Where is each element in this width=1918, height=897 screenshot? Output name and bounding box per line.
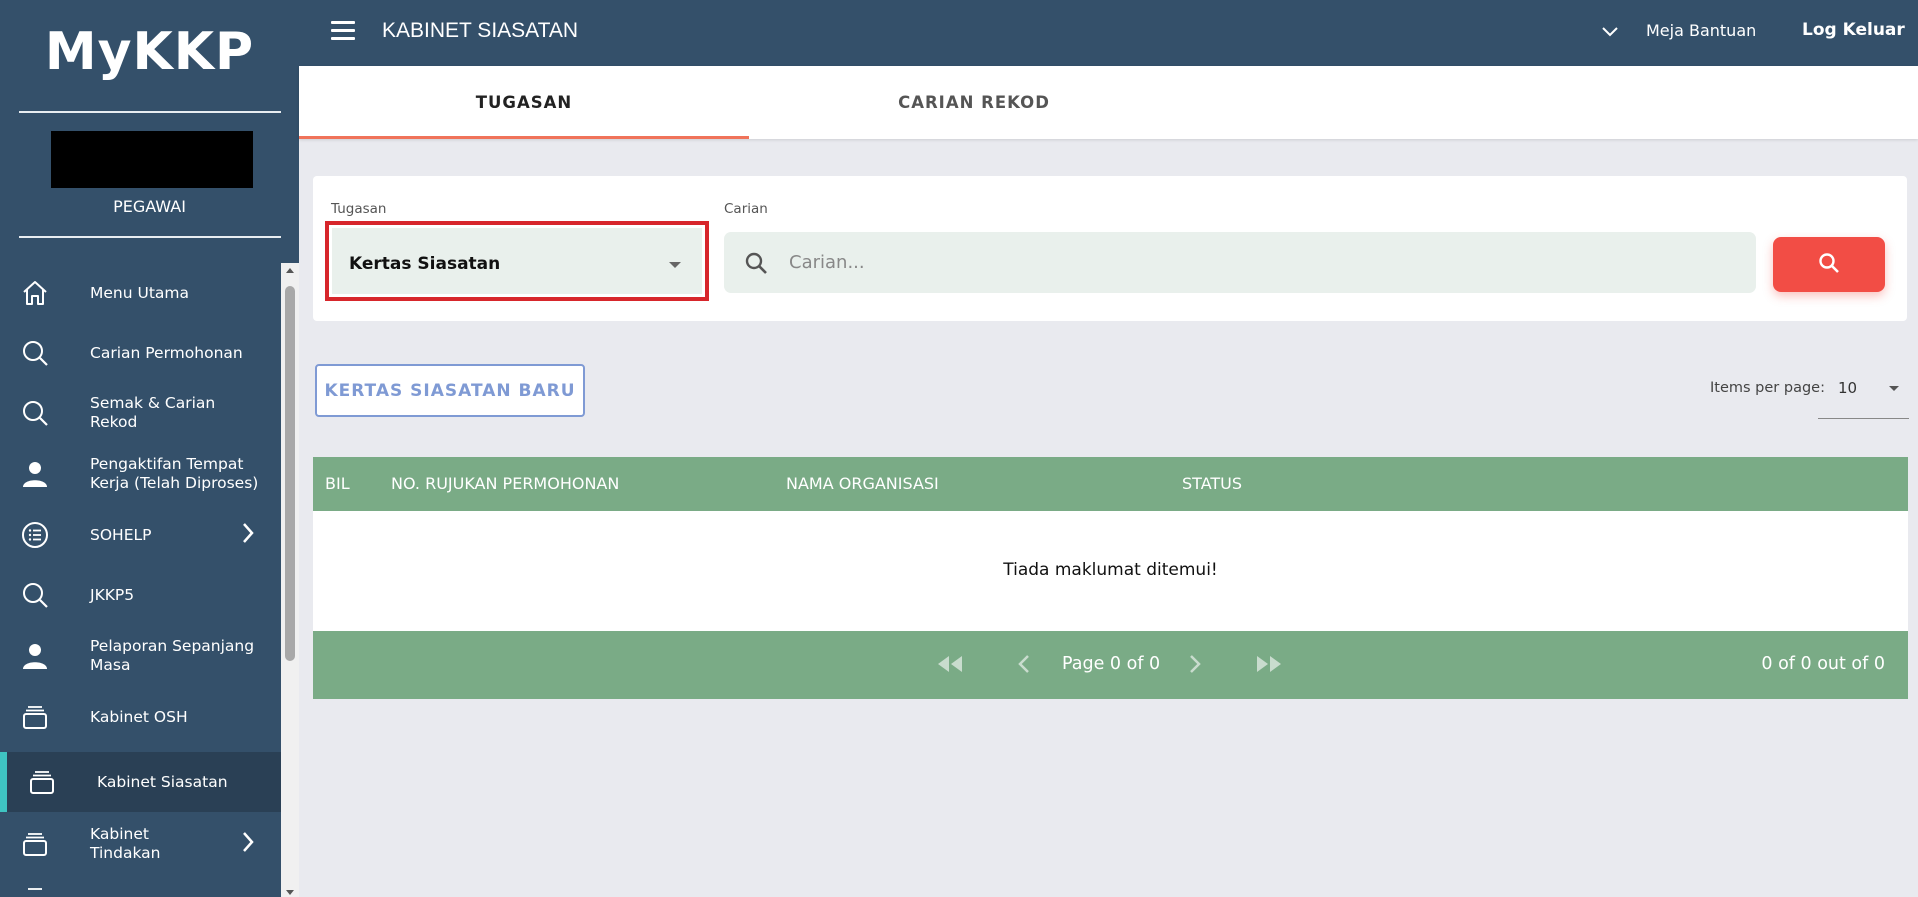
column-header-status[interactable]: STATUS xyxy=(1182,474,1242,493)
task-select[interactable]: Kertas Siasatan xyxy=(332,228,702,294)
menu-icon[interactable] xyxy=(331,21,355,41)
tab-tugasan[interactable]: TUGASAN xyxy=(299,66,749,139)
search-icon xyxy=(744,251,768,279)
column-header-bil[interactable]: BIL xyxy=(325,474,350,493)
column-header-nama-organisasi[interactable]: NAMA ORGANISASI xyxy=(786,474,939,493)
items-per-page-select[interactable]: 10 xyxy=(1818,370,1909,419)
task-select-highlight: Kertas Siasatan xyxy=(325,221,709,301)
sidebar-scrollbar[interactable] xyxy=(281,263,299,897)
table-header: BIL NO. RUJUKAN PERMOHONAN NAMA ORGANISA… xyxy=(313,457,1908,511)
sidebar-item-carian-permohonan[interactable]: Carian Permohonan xyxy=(0,323,281,383)
tab-bar: TUGASAN CARIAN REKOD xyxy=(299,66,1918,139)
dropdown-arrow-icon xyxy=(669,262,681,268)
sidebar-item-sohelp[interactable]: SOHELP xyxy=(0,505,281,565)
active-tab-indicator xyxy=(299,136,749,139)
cabinet-icon xyxy=(20,702,50,732)
sidebar-item-kabinet-osh[interactable]: Kabinet OSH xyxy=(0,687,281,747)
record-count: 0 of 0 out of 0 xyxy=(1761,654,1885,674)
previous-page-icon[interactable] xyxy=(1016,653,1032,679)
active-indicator xyxy=(0,752,7,812)
tab-carian-rekod[interactable]: CARIAN REKOD xyxy=(749,66,1199,139)
redacted-user-name xyxy=(51,131,253,188)
sidebar-item-label: JKKP5 xyxy=(90,585,135,604)
items-per-page-label: Items per page: xyxy=(1710,380,1825,396)
scroll-down-arrow-icon[interactable] xyxy=(286,890,294,895)
last-page-icon[interactable] xyxy=(1253,653,1285,679)
filter-card: Tugasan Carian Kertas Siasatan xyxy=(313,176,1907,321)
sidebar-item-label: Menu Utama xyxy=(90,283,190,302)
chevron-right-icon xyxy=(241,831,255,857)
task-select-label: Tugasan xyxy=(331,201,387,217)
search-input[interactable] xyxy=(789,232,1729,293)
sidebar-item-label: SOHELP xyxy=(90,525,152,544)
sidebar-item-menu-utama[interactable]: Menu Utama xyxy=(0,263,281,323)
sidebar-item-label: Kabinet OSH xyxy=(90,707,188,726)
dropdown-arrow-icon xyxy=(1889,386,1899,391)
divider xyxy=(19,236,281,238)
search-icon xyxy=(20,338,50,368)
first-page-icon[interactable] xyxy=(934,653,966,679)
user-icon xyxy=(20,459,50,489)
brand-logo: MyKKP xyxy=(44,22,255,82)
chevron-right-icon xyxy=(241,522,255,548)
page-indicator: Page 0 of 0 xyxy=(1062,654,1161,674)
tab-label: TUGASAN xyxy=(475,93,573,112)
table-pagination: Page 0 of 0 0 of 0 out of 0 xyxy=(313,631,1908,699)
help-desk-link[interactable]: Meja Bantuan xyxy=(1646,21,1756,40)
sidebar-item-jkkp5[interactable]: JKKP5 xyxy=(0,565,281,625)
scrollbar-thumb[interactable] xyxy=(285,286,295,661)
top-bar: KABINET SIASATAN Meja Bantuan Log Keluar xyxy=(299,0,1918,66)
page-title: KABINET SIASATAN xyxy=(382,19,579,42)
sidebar-item-label: Kabinet Tindakan xyxy=(90,825,161,862)
sidebar-item-label: Carian Permohonan xyxy=(90,343,243,362)
list-icon xyxy=(20,520,50,550)
search-icon xyxy=(1818,252,1840,278)
chevron-down-icon[interactable] xyxy=(1601,22,1619,44)
logout-link[interactable]: Log Keluar xyxy=(1802,20,1905,40)
search-label: Carian xyxy=(724,201,768,217)
cabinet-icon xyxy=(20,829,50,859)
divider xyxy=(19,111,281,113)
user-icon xyxy=(20,641,50,671)
items-per-page-value: 10 xyxy=(1838,379,1858,397)
tab-label: CARIAN REKOD xyxy=(898,93,1050,112)
column-header-no-rujukan[interactable]: NO. RUJUKAN PERMOHONAN xyxy=(391,474,619,493)
table-body: Tiada maklumat ditemui! xyxy=(313,511,1908,631)
search-button[interactable] xyxy=(1773,237,1885,292)
scroll-up-arrow-icon[interactable] xyxy=(286,268,294,273)
search-field xyxy=(724,232,1756,293)
sidebar-item-label: Pengaktifan Tempat Kerja (Telah Diproses… xyxy=(90,455,259,492)
cabinet-icon xyxy=(20,884,50,897)
sidebar-item-pelaporan-sepanjang-masa[interactable]: Pelaporan Sepanjang Masa xyxy=(0,625,281,687)
sidebar-item-kabinet-siasatan[interactable]: Kabinet Siasatan xyxy=(0,752,281,812)
search-icon xyxy=(20,580,50,610)
sidebar-item-semak-carian-rekod[interactable]: Semak & Carian Rekod xyxy=(0,383,281,443)
cabinet-icon xyxy=(27,767,57,797)
next-page-icon[interactable] xyxy=(1187,653,1203,679)
task-select-value: Kertas Siasatan xyxy=(349,254,501,274)
sidebar: MyKKP PEGAWAI Menu Utama Carian Permohon… xyxy=(0,0,299,897)
sidebar-item-kabinet-tindakan[interactable]: Kabinet Tindakan xyxy=(0,812,281,876)
search-icon xyxy=(20,398,50,428)
sidebar-item-label: Semak & Carian Rekod xyxy=(90,394,216,431)
sidebar-item-label: Pelaporan Sepanjang Masa xyxy=(90,637,255,674)
home-icon xyxy=(20,278,50,308)
empty-message: Tiada maklumat ditemui! xyxy=(1003,560,1218,580)
sidebar-item-label: Kabinet Siasatan xyxy=(97,772,228,791)
new-investigation-paper-button[interactable]: KERTAS SIASATAN BARU xyxy=(315,364,585,417)
user-role: PEGAWAI xyxy=(113,197,186,216)
sidebar-item-partial[interactable] xyxy=(0,876,281,897)
sidebar-item-pengaktifan-tempat-kerja[interactable]: Pengaktifan Tempat Kerja (Telah Diproses… xyxy=(0,443,281,505)
